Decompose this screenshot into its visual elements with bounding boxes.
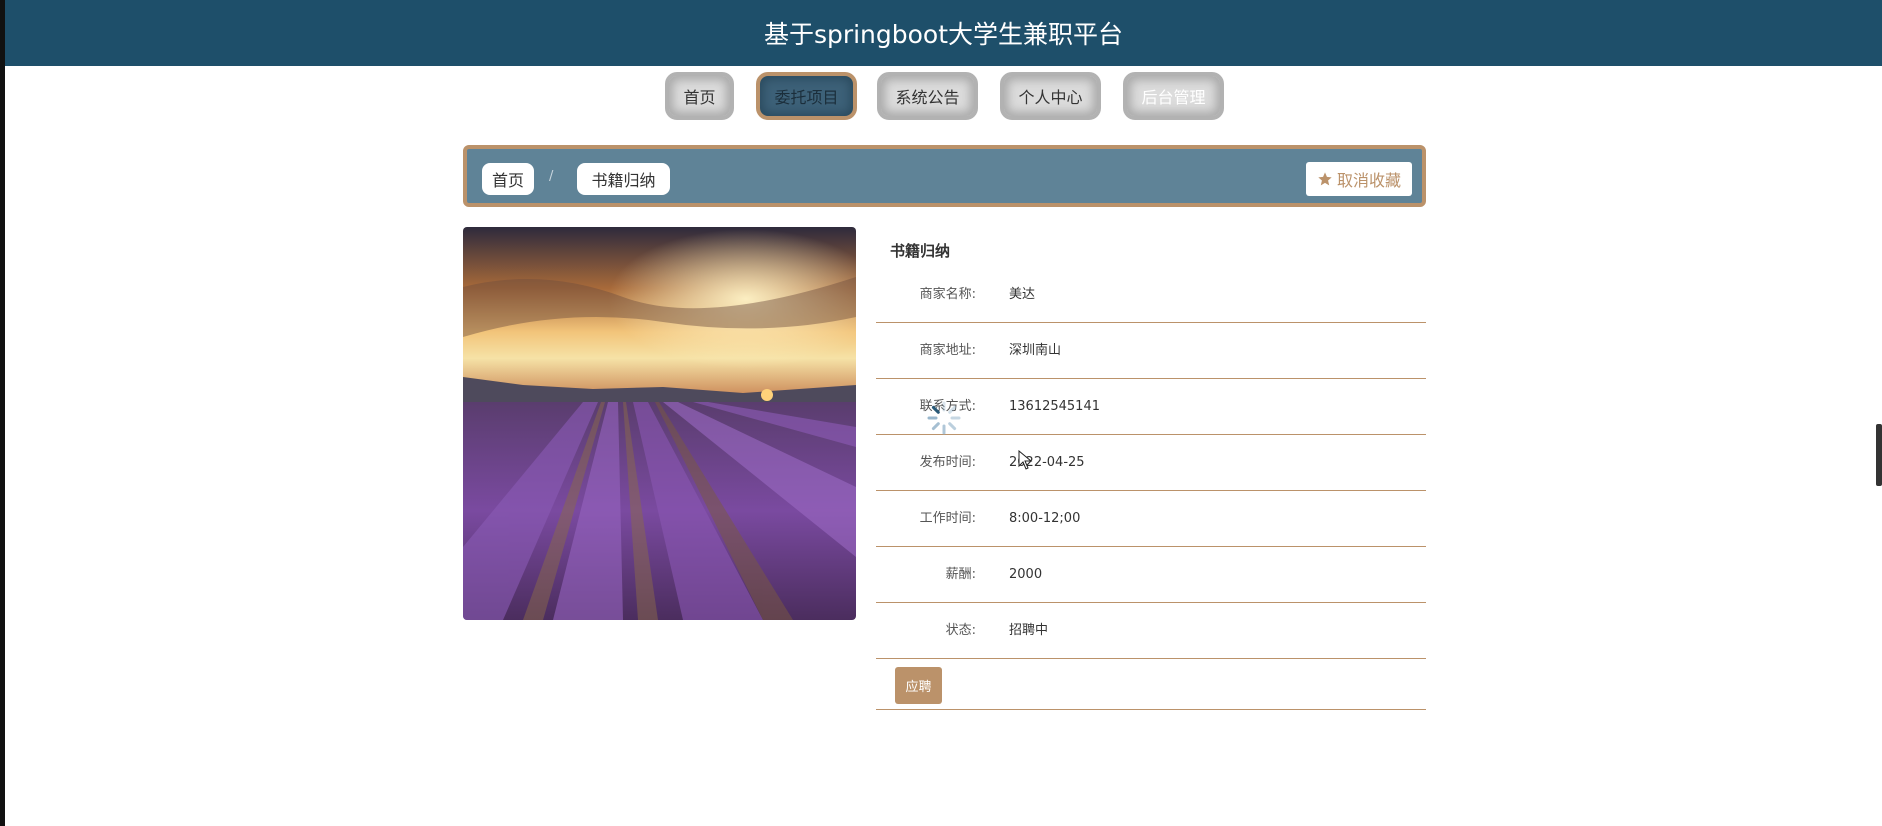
row-merchant-name: 商家名称: 美达 <box>876 267 1426 323</box>
unfavorite-button[interactable]: 取消收藏 <box>1306 162 1412 196</box>
main-nav: 首页 委托项目 系统公告 个人中心 后台管理 <box>0 72 1882 120</box>
detail-title: 书籍归纳 <box>890 242 951 260</box>
nav-home[interactable]: 首页 <box>665 72 734 120</box>
row-actions: 应聘 <box>876 659 1426 710</box>
breadcrumb: 首页 / 书籍归纳 取消收藏 <box>463 145 1426 207</box>
value-merchant-address: 深圳南山 <box>1009 343 1062 358</box>
value-salary: 2000 <box>1009 567 1043 582</box>
scrollbar-thumb[interactable] <box>1876 424 1882 486</box>
row-work-time: 工作时间: 8:00-12;00 <box>876 491 1426 547</box>
value-status: 招聘中 <box>1009 623 1049 638</box>
site-header: 基于springboot大学生兼职平台 <box>5 0 1882 66</box>
label-merchant-address: 商家地址: <box>919 343 976 358</box>
value-merchant-name: 美达 <box>1009 287 1036 302</box>
breadcrumb-separator: / <box>549 169 554 184</box>
product-image <box>463 227 856 620</box>
window-edge <box>0 0 5 826</box>
label-salary: 薪酬: <box>945 567 976 582</box>
label-work-time: 工作时间: <box>919 511 976 526</box>
nav-personal-center[interactable]: 个人中心 <box>1000 72 1101 120</box>
label-status: 状态: <box>945 623 976 638</box>
value-contact: 13612545141 <box>1009 399 1100 414</box>
site-title: 基于springboot大学生兼职平台 <box>763 20 1124 49</box>
loading-spinner-icon <box>927 401 961 435</box>
mouse-cursor-icon <box>1018 450 1033 470</box>
apply-button[interactable]: 应聘 <box>895 667 942 704</box>
breadcrumb-home[interactable]: 首页 <box>482 163 534 195</box>
label-publish-time: 发布时间: <box>919 455 976 470</box>
nav-projects[interactable]: 委托项目 <box>756 72 857 120</box>
lavender-field-photo <box>463 227 856 620</box>
row-merchant-address: 商家地址: 深圳南山 <box>876 323 1426 379</box>
nav-announcements[interactable]: 系统公告 <box>877 72 978 120</box>
nav-admin[interactable]: 后台管理 <box>1123 72 1224 120</box>
unfavorite-label: 取消收藏 <box>1336 171 1401 190</box>
row-publish-time: 发布时间: 2022-04-25 <box>876 435 1426 491</box>
row-status: 状态: 招聘中 <box>876 603 1426 659</box>
label-merchant-name: 商家名称: <box>919 287 976 302</box>
star-icon <box>1318 172 1332 186</box>
value-work-time: 8:00-12;00 <box>1009 511 1081 526</box>
breadcrumb-current: 书籍归纳 <box>577 163 670 195</box>
row-salary: 薪酬: 2000 <box>876 547 1426 603</box>
